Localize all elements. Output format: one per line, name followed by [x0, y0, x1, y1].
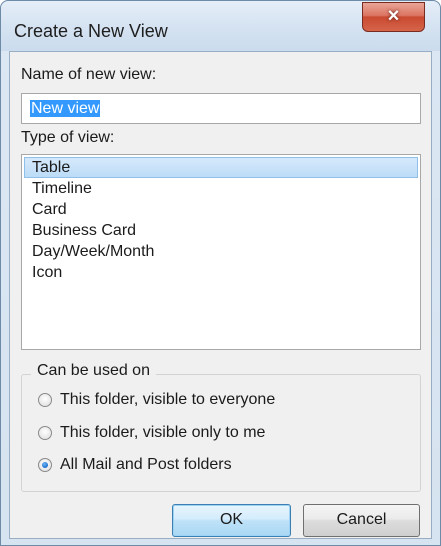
view-name-input[interactable]: New view — [21, 93, 421, 124]
list-item-day-week-month[interactable]: Day/Week/Month — [24, 241, 418, 262]
cancel-button[interactable]: Cancel — [303, 504, 420, 537]
list-item-business-card[interactable]: Business Card — [24, 220, 418, 241]
radio-label: This folder, visible only to me — [60, 424, 266, 441]
view-name-value: New view — [30, 100, 101, 117]
radio-button-checked[interactable] — [38, 458, 52, 472]
view-type-label: Type of view: — [21, 129, 115, 146]
usage-legend: Can be used on — [31, 362, 156, 380]
radio-label: This folder, visible to everyone — [60, 391, 276, 408]
view-name-label: Name of new view: — [21, 66, 157, 83]
list-item-icon[interactable]: Icon — [24, 262, 418, 283]
radio-label: All Mail and Post folders — [60, 456, 232, 473]
close-button[interactable]: × — [362, 2, 425, 32]
title-bar[interactable]: Create a New View × — [1, 1, 440, 51]
list-item-card[interactable]: Card — [24, 199, 418, 220]
dialog-body: Name of new view: New view Type of view:… — [9, 51, 432, 539]
list-item-table[interactable]: Table — [24, 157, 418, 178]
radio-button[interactable] — [38, 426, 52, 440]
close-icon: × — [387, 5, 400, 27]
radio-button[interactable] — [38, 393, 52, 407]
create-new-view-dialog: Create a New View × Name of new view: Ne… — [0, 0, 441, 546]
dialog-title: Create a New View — [14, 21, 168, 41]
list-item-timeline[interactable]: Timeline — [24, 178, 418, 199]
view-type-list[interactable]: Table Timeline Card Business Card Day/We… — [21, 154, 421, 350]
ok-button[interactable]: OK — [172, 504, 291, 537]
